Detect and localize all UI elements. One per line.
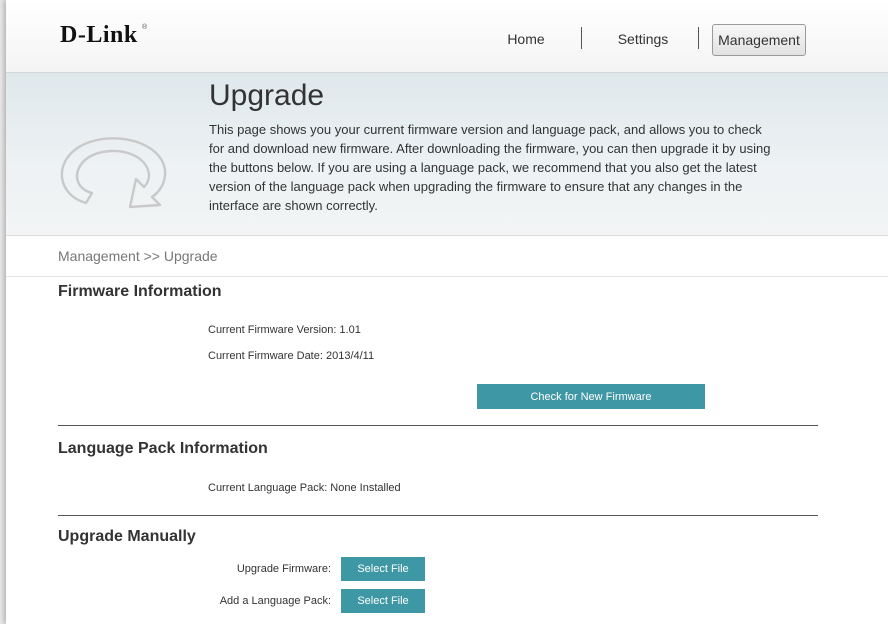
upgrade-firmware-label: Upgrade Firmware: xyxy=(236,563,331,575)
nav-divider xyxy=(581,27,582,49)
language-pack-status: Current Language Pack: None Installed xyxy=(208,482,401,494)
nav-home[interactable]: Home xyxy=(494,24,558,54)
nav-settings[interactable]: Settings xyxy=(602,24,684,54)
add-language-pack-label: Add a Language Pack: xyxy=(219,595,331,607)
firmware-section-title: Firmware Information xyxy=(58,283,222,300)
nav-management[interactable]: Management xyxy=(712,24,806,56)
nav-settings-label: Settings xyxy=(617,31,669,47)
top-bar: D-Link ® Home Settings Management xyxy=(6,0,888,73)
nav-home-label: Home xyxy=(507,31,545,47)
breadcrumb-divider xyxy=(6,276,888,277)
breadcrumb: Management >> Upgrade xyxy=(58,248,218,264)
registered-mark: ® xyxy=(142,24,148,31)
manual-section-title: Upgrade Manually xyxy=(58,528,196,545)
page-header: Upgrade This page shows you your current… xyxy=(6,73,888,236)
page-description: This page shows you your current firmwar… xyxy=(209,122,771,213)
firmware-version: Current Firmware Version: 1.01 xyxy=(208,324,361,336)
nav-management-label: Management xyxy=(718,32,800,48)
language-section-title: Language Pack Information xyxy=(58,440,268,457)
select-language-file-button[interactable]: Select File xyxy=(341,589,425,613)
section-divider xyxy=(58,515,818,516)
section-divider xyxy=(58,425,818,426)
select-firmware-file-button[interactable]: Select File xyxy=(341,557,425,581)
check-firmware-button[interactable]: Check for New Firmware xyxy=(477,384,705,409)
browser-page: D-Link ® Home Settings Management Upgrad… xyxy=(6,0,888,624)
nav-divider xyxy=(698,27,699,49)
firmware-date: Current Firmware Date: 2013/4/11 xyxy=(208,350,375,362)
dlink-logo: D-Link xyxy=(60,22,138,48)
page-title: Upgrade xyxy=(209,79,325,112)
upgrade-arrow-icon xyxy=(60,137,167,209)
